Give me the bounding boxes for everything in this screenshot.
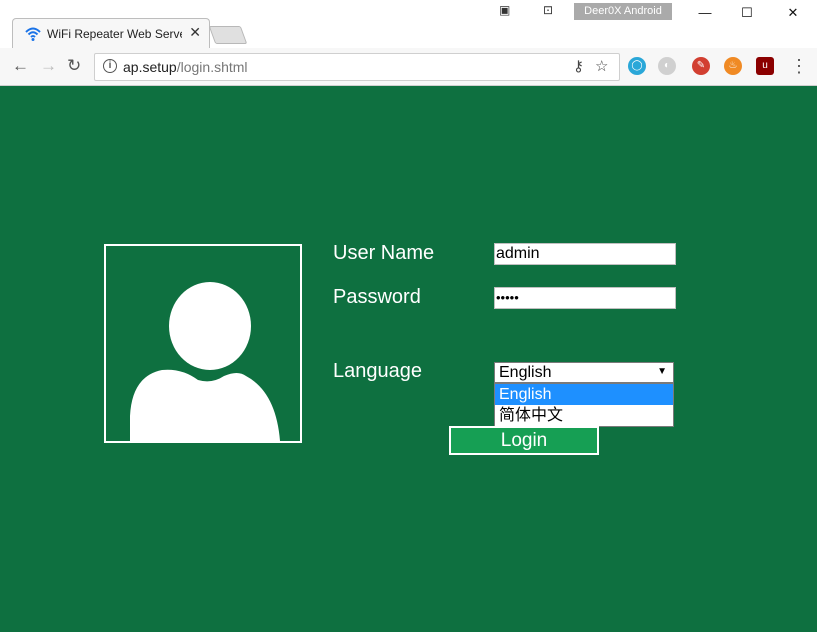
browser-toolbar: ← → ↻ i ap.setup/login.shtml ⚷ ☆ ◯ ◐ ✎ ♨… — [0, 48, 817, 86]
tab-close-icon[interactable]: ✕ — [189, 24, 201, 41]
extension-red-icon[interactable]: ✎ — [692, 57, 710, 75]
language-select[interactable]: English ▼ — [494, 362, 674, 383]
url-text[interactable]: ap.setup/login.shtml — [123, 59, 248, 75]
user-silhouette-icon — [130, 282, 280, 441]
language-option-english[interactable]: English — [495, 384, 673, 405]
address-bar[interactable]: i ap.setup/login.shtml ⚷ ☆ — [94, 53, 620, 81]
username-label: User Name — [333, 242, 435, 264]
maximize-button[interactable]: ☐ — [732, 5, 762, 21]
avatar — [104, 244, 302, 443]
profile-badge[interactable]: Deer0X Android — [574, 3, 672, 20]
back-arrow-icon[interactable]: ← — [12, 56, 29, 76]
language-option-chinese[interactable]: 简体中文 — [495, 405, 673, 426]
login-button[interactable]: Login — [449, 426, 599, 455]
screenshot-icon[interactable]: ⊡ — [543, 3, 553, 17]
tab-title: WiFi Repeater Web Server — [47, 27, 182, 41]
close-window-button[interactable]: ✕ — [778, 5, 808, 21]
language-dropdown: English 简体中文 — [494, 383, 674, 427]
password-label: Password — [333, 286, 421, 308]
url-path: /login.shtml — [176, 59, 248, 75]
reload-icon[interactable]: ↻ — [67, 56, 81, 76]
dropdown-arrow-icon: ▼ — [657, 366, 667, 377]
cast-icon[interactable]: ▣ — [499, 3, 510, 17]
url-host: ap.setup — [123, 59, 177, 75]
menu-dots-icon[interactable]: ⋮ — [790, 56, 808, 77]
wifi-icon — [25, 27, 41, 41]
minimize-button[interactable]: — — [690, 5, 720, 20]
password-input[interactable]: ••••• — [494, 287, 676, 309]
star-icon[interactable]: ☆ — [595, 57, 608, 75]
extension-fire-icon[interactable]: ♨ — [724, 57, 742, 75]
ublock-icon[interactable]: u — [756, 57, 774, 75]
key-icon[interactable]: ⚷ — [573, 57, 584, 75]
language-label: Language — [333, 360, 422, 382]
language-selected-value: English — [499, 364, 552, 381]
info-icon[interactable]: i — [103, 59, 117, 73]
browser-titlebar: WiFi Repeater Web Server ✕ ▣ ⊡ Deer0X An… — [0, 0, 817, 49]
extension-icon[interactable]: ◯ — [628, 57, 646, 75]
username-input[interactable] — [494, 243, 676, 265]
browser-tab[interactable]: WiFi Repeater Web Server ✕ — [12, 18, 210, 49]
forward-arrow-icon[interactable]: → — [40, 56, 57, 76]
new-tab-button[interactable] — [208, 26, 248, 44]
extension-gray-icon[interactable]: ◐ — [658, 57, 676, 75]
